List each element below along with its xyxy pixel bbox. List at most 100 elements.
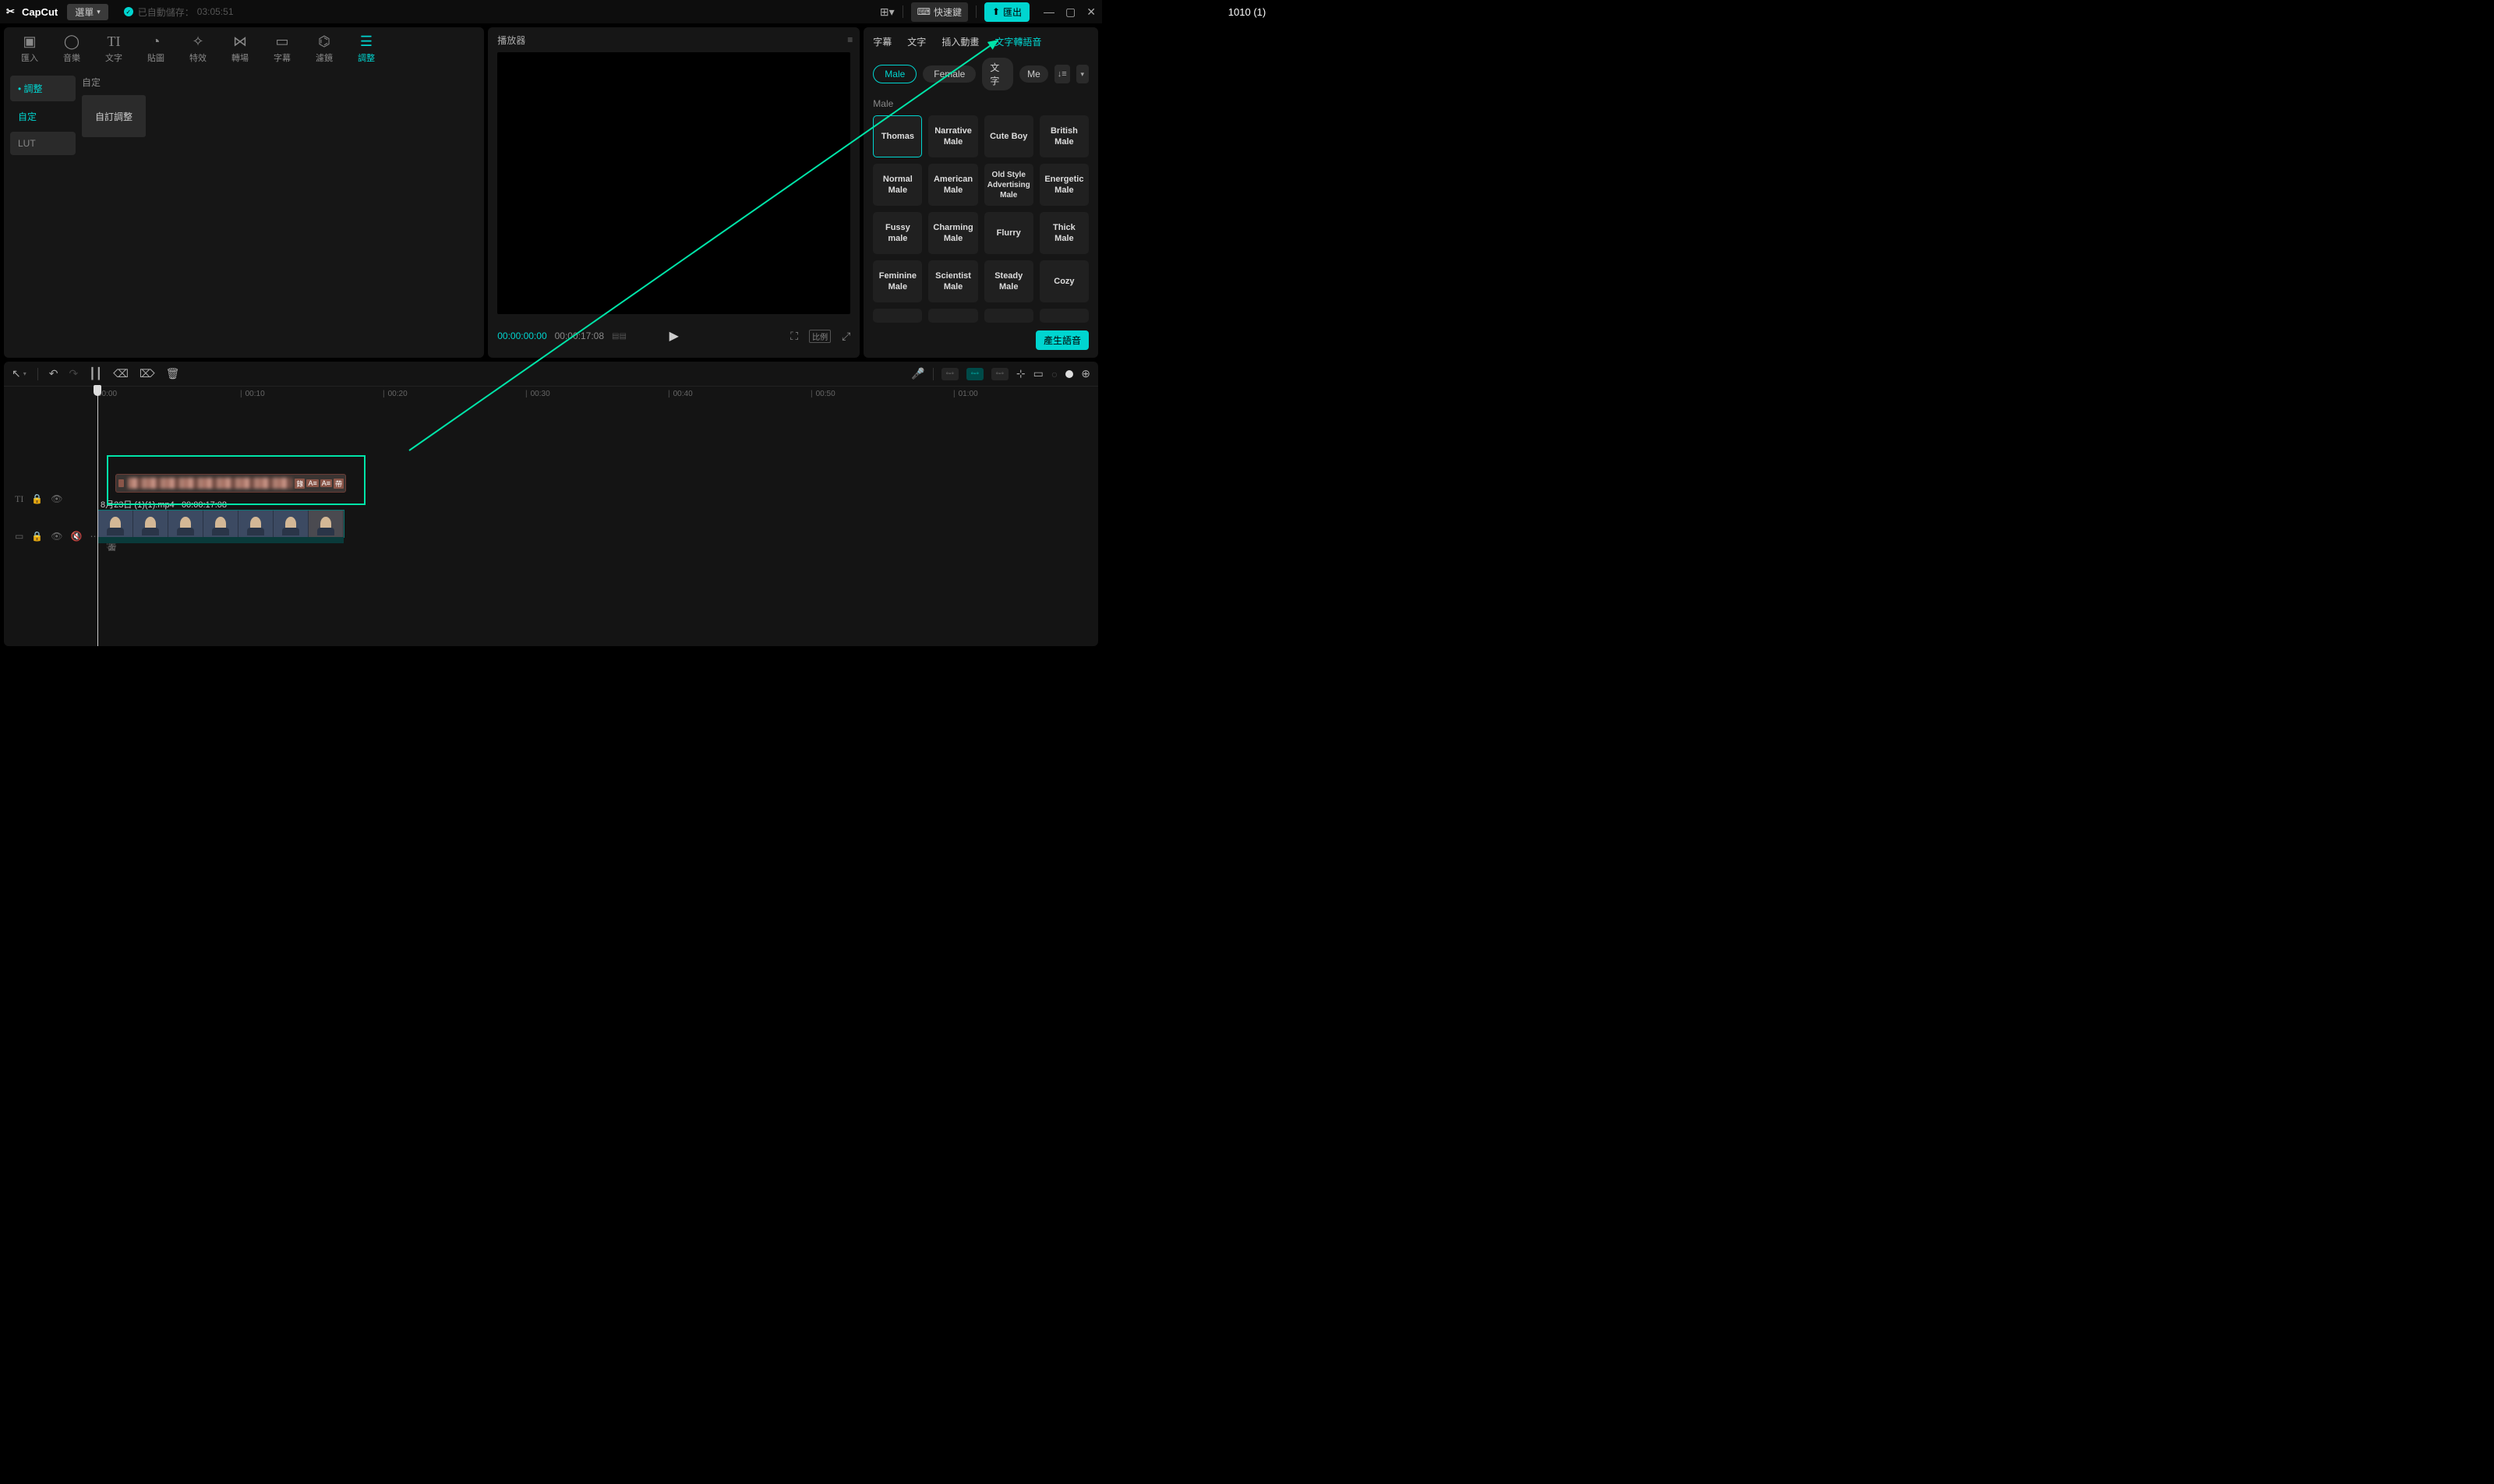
export-icon: ⬆ (992, 6, 1000, 17)
align-button[interactable]: ⊹ (1016, 367, 1026, 380)
maximize-button[interactable]: ▢ (1065, 5, 1076, 19)
split-button[interactable]: ┃┃ (89, 367, 102, 380)
voice-normal-male[interactable]: Normal Male (873, 164, 922, 206)
voice-more[interactable] (873, 309, 922, 323)
timeline-tracks[interactable]: 00:00 |00:10 |00:20 |00:30 |00:40 |00:50… (97, 387, 1098, 646)
export-button[interactable]: ⬆ 匯出 (984, 2, 1030, 22)
tab-import[interactable]: ▣匯入 (10, 32, 49, 65)
custom-adjust-card[interactable]: 自訂調整 (82, 95, 146, 137)
titlebar: ✂ CapCut 選單 ▾ ✓ 已自動儲存： 03:05:51 1010 (1)… (0, 0, 1102, 23)
voice-charming-male[interactable]: Charming Male (928, 212, 977, 254)
voice-thick-male[interactable]: Thick Male (1040, 212, 1089, 254)
sidebar-item-custom[interactable]: 自定 (10, 104, 76, 129)
tab-effects[interactable]: ✧特效 (178, 32, 217, 65)
video-surface[interactable] (497, 52, 850, 314)
tab-label: 音樂 (63, 51, 80, 64)
tab-text-to-speech[interactable]: 文字轉語音 (994, 35, 1041, 48)
voice-flurry[interactable]: Flurry (984, 212, 1033, 254)
zoom-out[interactable]: ○ (1051, 368, 1058, 380)
link-button[interactable]: ◦-◦ (966, 368, 984, 380)
adjust-icon: ☰ (360, 34, 373, 50)
voice-british-male[interactable]: British Male (1040, 115, 1089, 157)
filter-male[interactable]: Male (873, 65, 917, 83)
compare-icon[interactable]: ▤▤ (612, 332, 627, 341)
zoom-fit[interactable]: ⊕ (1081, 367, 1090, 380)
playhead[interactable] (97, 387, 98, 646)
shortcut-button[interactable]: ⌨ 快速鍵 (911, 2, 968, 22)
delete-button[interactable]: 🗑 (166, 367, 180, 380)
tab-text[interactable]: TI文字 (94, 32, 133, 65)
voice-more[interactable] (1040, 309, 1089, 323)
expand-button[interactable]: ▾ (1076, 65, 1089, 83)
tab-audio[interactable]: ◯音樂 (52, 32, 91, 65)
voice-american-male[interactable]: American Male (928, 164, 977, 206)
fullscreen-icon[interactable]: ⤢ (842, 330, 850, 343)
voice-cozy[interactable]: Cozy (1040, 260, 1089, 302)
voice-feminine-male[interactable]: Feminine Male (873, 260, 922, 302)
tab-label: 轉場 (231, 51, 249, 64)
layout-icon[interactable]: ⊞▾ (880, 5, 895, 19)
tab-caption[interactable]: 字幕 (873, 35, 892, 48)
mic-button[interactable]: 🎤 (911, 367, 924, 380)
menu-button[interactable]: 選單 ▾ (67, 4, 108, 20)
tab-filter[interactable]: ⌬濾鏡 (305, 32, 344, 65)
filter-female[interactable]: Female (923, 65, 976, 83)
voice-more[interactable] (984, 309, 1033, 323)
ruler-mark: 00:50 (816, 390, 835, 398)
voice-old-style-advertising-male[interactable]: Old Style Advertising Male (984, 164, 1033, 206)
menu-icon[interactable]: ≡ (847, 34, 850, 45)
voice-more[interactable] (928, 309, 977, 323)
marker-button[interactable]: ▭ (1033, 367, 1044, 380)
delete-right-button[interactable]: ⌦ (140, 367, 155, 380)
voice-fussy-male[interactable]: Fussy male (873, 212, 922, 254)
sort-button[interactable]: ↓≡ (1054, 65, 1070, 83)
delete-left-button[interactable]: ⌫ (113, 367, 129, 380)
voice-scientist-male[interactable]: Scientist Male (928, 260, 977, 302)
tab-subtitle[interactable]: ▭字幕 (263, 32, 302, 65)
tab-transition[interactable]: ⋈轉場 (221, 32, 260, 65)
magnetic-button[interactable]: ◦-◦ (941, 368, 959, 380)
close-button[interactable]: ✕ (1086, 5, 1096, 19)
check-icon: ✓ (124, 7, 133, 16)
voice-energetic-male[interactable]: Energetic Male (1040, 164, 1089, 206)
divider (933, 368, 934, 380)
player-title: 播放器 (497, 34, 525, 47)
playhead-handle[interactable] (94, 385, 101, 396)
filter-me[interactable]: Me (1019, 65, 1048, 83)
voice-cute-boy[interactable]: Cute Boy (984, 115, 1033, 157)
tab-adjust[interactable]: ☰調整 (347, 32, 386, 65)
inspector-panel: 字幕 文字 插入動畫 文字轉語音 Male Female 文字 Me ↓≡ ▾ … (864, 27, 1098, 358)
generate-voice-button[interactable]: 產生語音 (1036, 330, 1089, 350)
sidebar-item-adjust[interactable]: • 調整 (10, 76, 76, 101)
brand-text: CapCut (22, 6, 58, 18)
text-track-icon[interactable]: TI (15, 493, 23, 505)
video-clip[interactable] (97, 510, 344, 538)
redo-button[interactable]: ↷ (69, 367, 78, 380)
eye-icon[interactable]: 👁 (51, 493, 62, 504)
app-logo: ✂ CapCut (6, 5, 58, 18)
cursor-tool[interactable]: ↖▾ (12, 367, 26, 380)
minimize-button[interactable]: — (1044, 5, 1054, 19)
video-track-icon[interactable]: ▭ (15, 531, 23, 542)
crop-icon[interactable]: ⛶ (790, 330, 798, 343)
timeline-ruler[interactable]: 00:00 |00:10 |00:20 |00:30 |00:40 |00:50… (97, 387, 1098, 405)
tab-sticker[interactable]: ◔貼圖 (136, 32, 175, 65)
preview-button[interactable]: ◦-◦ (991, 368, 1009, 380)
lock-icon[interactable]: 🔒 (31, 531, 43, 542)
sidebar-item-lut[interactable]: LUT (10, 132, 76, 155)
eye-icon[interactable]: 👁 (51, 531, 62, 542)
voice-thomas[interactable]: Thomas (873, 115, 922, 157)
zoom-slider-handle[interactable] (1065, 370, 1073, 378)
filter-text[interactable]: 文字 (982, 58, 1013, 90)
mute-icon[interactable]: 🔇 (71, 531, 83, 542)
voice-steady-male[interactable]: Steady Male (984, 260, 1033, 302)
sticker-icon: ◔ (152, 34, 161, 50)
import-icon: ▣ (23, 34, 36, 50)
play-button[interactable]: ▶ (669, 328, 679, 344)
tab-animation[interactable]: 插入動畫 (941, 35, 979, 48)
tab-text-style[interactable]: 文字 (907, 35, 926, 48)
lock-icon[interactable]: 🔒 (31, 493, 43, 504)
voice-narrative-male[interactable]: Narrative Male (928, 115, 977, 157)
ratio-button[interactable]: 比例 (809, 330, 831, 343)
undo-button[interactable]: ↶ (49, 367, 58, 380)
